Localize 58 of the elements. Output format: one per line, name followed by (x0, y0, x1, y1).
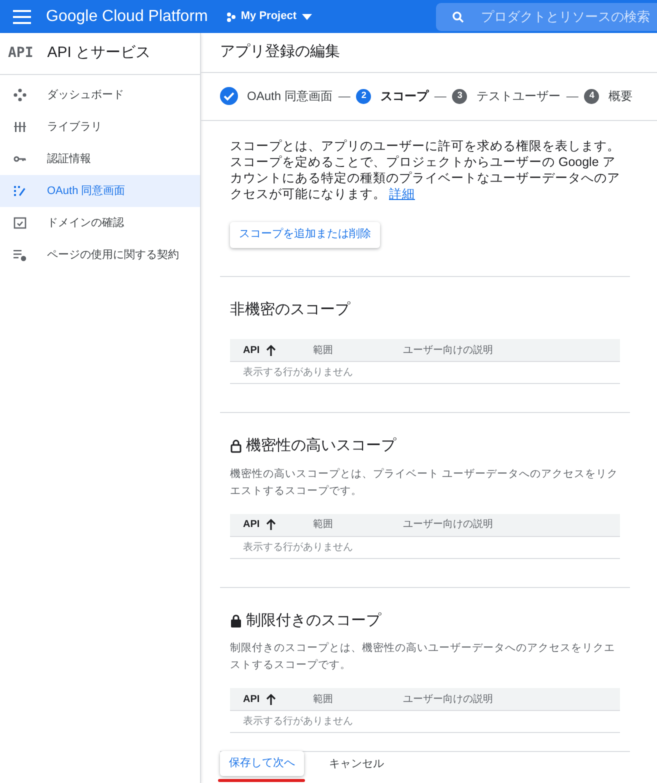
project-selector[interactable]: My Project (226, 8, 312, 25)
api-logo: API (8, 44, 34, 63)
caret-icon (302, 14, 312, 20)
section-description: 機密性の高いスコープとは、プライベート ユーザーデータへのアクセスをリクエストするスコープです。 (230, 466, 619, 498)
settings-icon (13, 248, 27, 262)
sidebar-item[interactable]: ダッシュボード (0, 79, 200, 111)
lock-icon (230, 614, 242, 628)
sidebar-item[interactable]: ライブラリ (0, 111, 200, 143)
step-label[interactable]: OAuth 同意画面 (247, 87, 332, 105)
sidebar-item[interactable]: 認証情報 (0, 143, 200, 175)
product-name: Google Cloud Platform (46, 6, 208, 26)
save-next-button[interactable]: 保存して次へ (220, 751, 304, 776)
library-icon (13, 120, 27, 134)
intro-text: スコープとは、アプリのユーザーに許可を求める権限を表します。スコープを定めることで、プロジェクトからユーザーの Google アカウントにある特定の種類のプライベートなユーザーデータへのアクセスが可能になります。 詳細 (230, 138, 621, 202)
step-separator: — (566, 88, 578, 105)
sidebar-item[interactable]: OAuth 同意画面 (0, 175, 200, 207)
section-title: 非機密のスコープ (230, 300, 350, 320)
search-field[interactable]: プロダクトとリソースの検索 (436, 2, 657, 30)
section-description: 制限付きのスコープとは、機密性の高いユーザーデータへのアクセスをリクエストするスコープです。 (230, 641, 616, 673)
step-label[interactable]: 概要 (608, 87, 632, 105)
step-label[interactable]: スコープ (380, 87, 428, 105)
column-header[interactable]: API (230, 517, 313, 532)
page-title: アプリ登録の編集 (220, 42, 340, 62)
step-separator: — (434, 88, 446, 105)
column-header[interactable]: ユーザー向けの説明 (403, 692, 493, 706)
step-number: 4 (584, 88, 600, 104)
details-link[interactable]: 詳細 (389, 186, 415, 200)
search-icon (452, 10, 464, 22)
domain-icon (13, 216, 27, 230)
empty-table-message: 表示する行がありません (243, 540, 353, 554)
column-header[interactable]: ユーザー向けの説明 (403, 342, 493, 358)
empty-table-message: 表示する行がありません (243, 366, 353, 380)
consent-icon (13, 184, 27, 198)
add-scope-button[interactable]: スコープを追加または削除 (230, 222, 380, 248)
section-title: 制限付きのスコープ (246, 610, 381, 630)
empty-table-message: 表示する行がありません (243, 714, 353, 729)
sort-arrow-icon (266, 519, 276, 530)
column-header[interactable]: API (230, 342, 313, 358)
column-header[interactable]: 範囲 (313, 342, 403, 358)
step-number: 2 (356, 88, 372, 104)
cancel-button[interactable]: キャンセル (321, 752, 392, 777)
menu-icon[interactable] (13, 10, 31, 24)
sidebar-item[interactable]: ページの使用に関する契約 (0, 239, 200, 271)
dashboard-icon (13, 88, 27, 102)
lock-icon (230, 439, 242, 454)
sort-arrow-icon (266, 344, 276, 356)
step-number: 3 (452, 88, 468, 104)
step-separator: — (338, 88, 350, 105)
step-label[interactable]: テストユーザー (476, 87, 560, 105)
project-icon (226, 12, 236, 22)
sidebar-item[interactable]: ドメインの確認 (0, 207, 200, 239)
column-header[interactable]: API (230, 692, 313, 706)
column-header[interactable]: 範囲 (313, 692, 403, 706)
sidebar-title: API とサービス (47, 43, 151, 64)
column-header[interactable]: 範囲 (313, 517, 403, 532)
section-title: 機密性の高いスコープ (246, 436, 396, 456)
sort-arrow-icon (266, 694, 276, 704)
column-header[interactable]: ユーザー向けの説明 (403, 517, 493, 532)
